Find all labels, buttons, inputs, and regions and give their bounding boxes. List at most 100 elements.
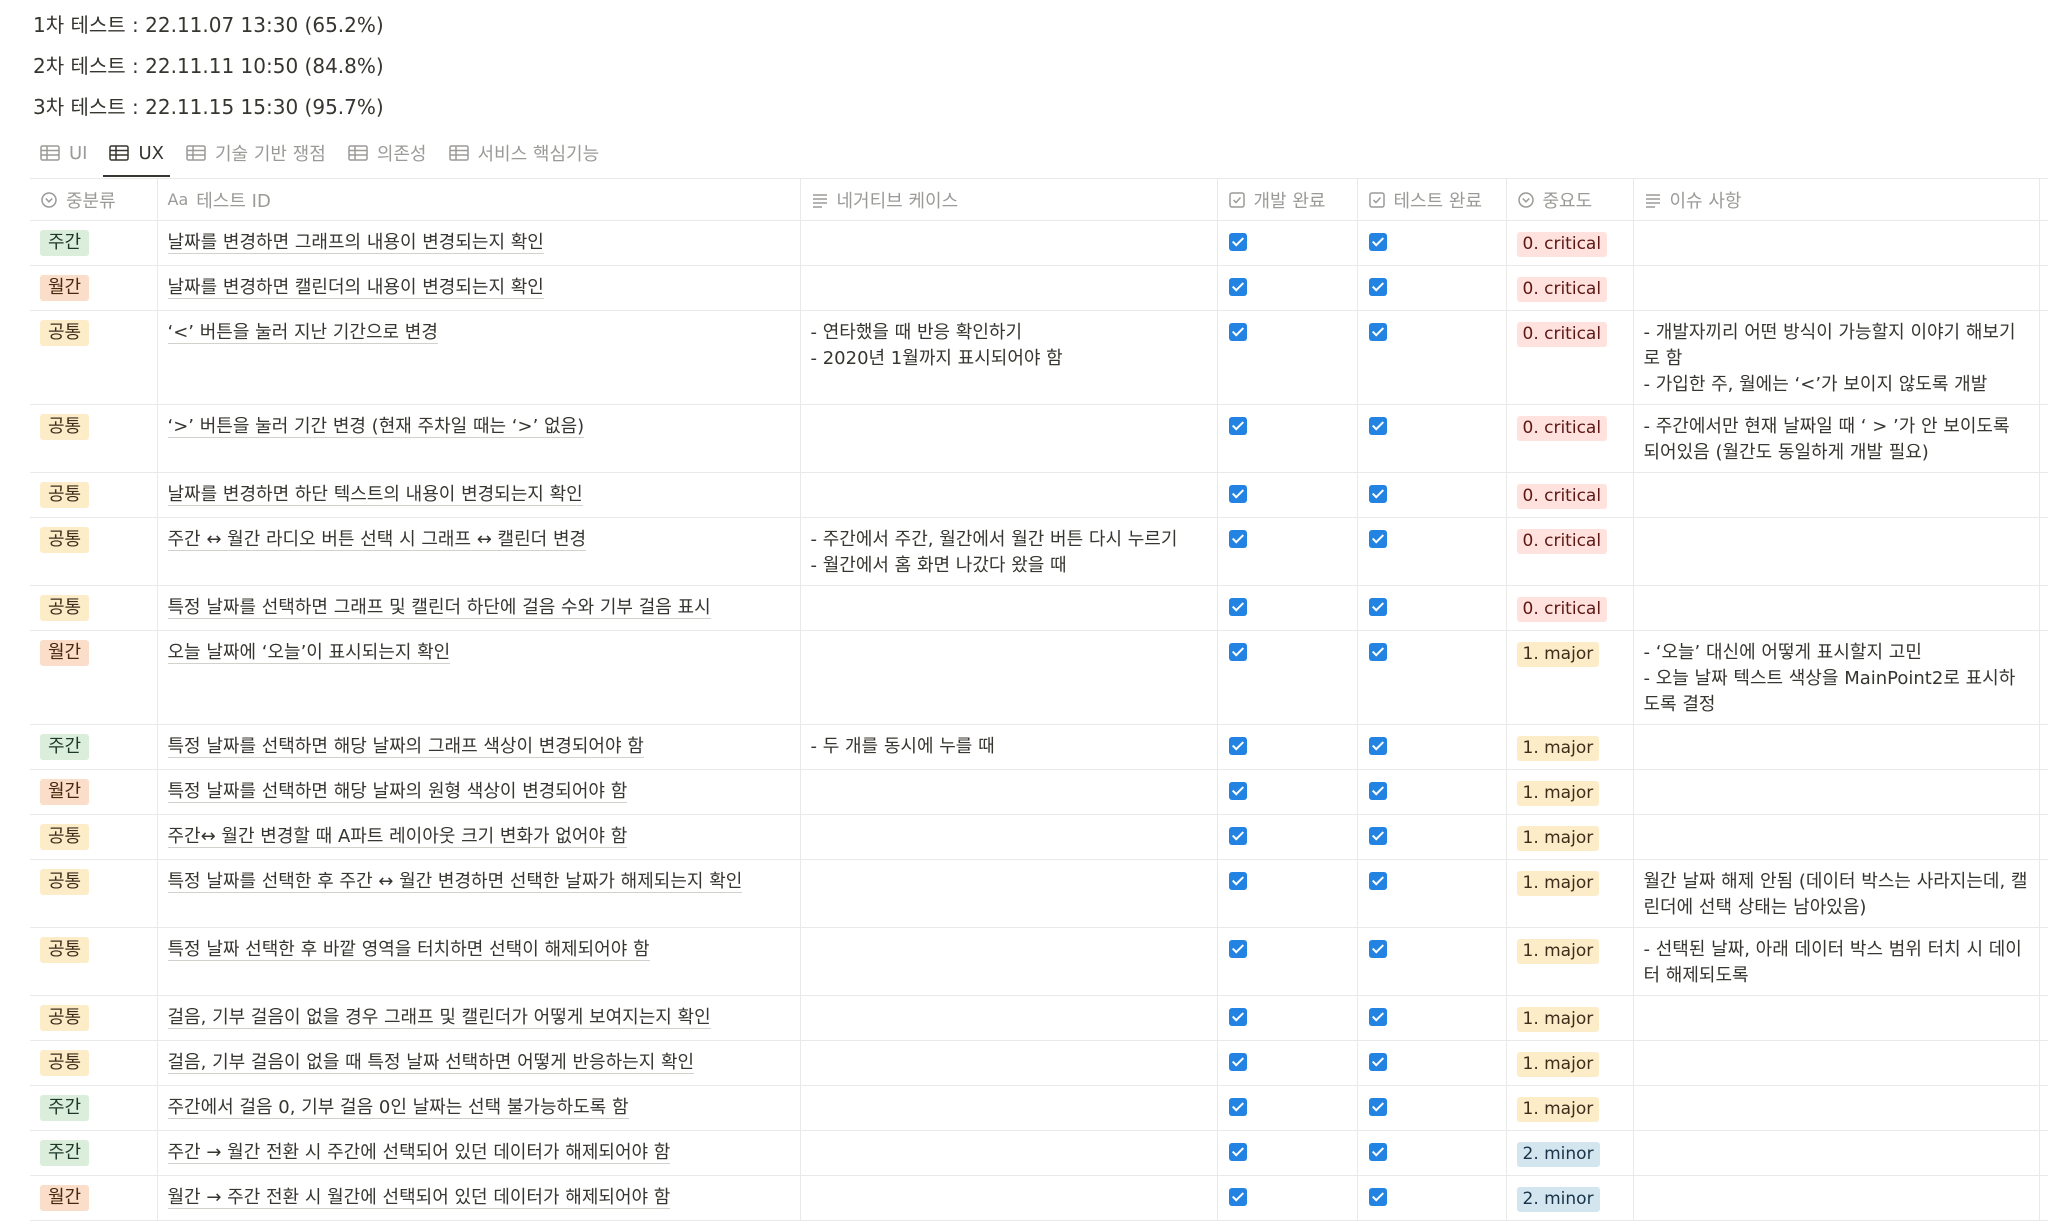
checkbox-checked[interactable]	[1228, 1008, 1247, 1026]
checkbox-checked[interactable]	[1228, 737, 1247, 755]
checkbox-checked[interactable]	[1228, 323, 1247, 341]
priority-cell[interactable]: 1. major	[1505, 769, 1634, 815]
checkbox-checked[interactable]	[1368, 1143, 1387, 1161]
checkbox-checked[interactable]	[1368, 827, 1387, 845]
issue-cell[interactable]	[1632, 769, 2040, 815]
category-cell[interactable]: 주간	[30, 1085, 158, 1131]
checkbox-checked[interactable]	[1368, 485, 1387, 503]
negative-case-cell[interactable]	[799, 769, 1218, 815]
priority-cell[interactable]: 0. critical	[1505, 404, 1634, 473]
category-cell[interactable]: 공통	[30, 859, 158, 928]
negative-case-cell[interactable]: - 주간에서 주간, 월간에서 월간 버튼 다시 누르기 - 월간에서 홈 화면…	[799, 517, 1218, 586]
negative-case-cell[interactable]	[799, 404, 1218, 473]
category-cell[interactable]: 공통	[30, 585, 158, 631]
test-id-cell[interactable]: 주간 ↔ 월간 라디오 버튼 선택 시 그래프 ↔ 캘린더 변경	[156, 517, 801, 586]
column-header-test-id[interactable]: Aa 테스트 ID	[156, 178, 801, 221]
checkbox-checked[interactable]	[1368, 782, 1387, 800]
test-id-cell[interactable]: 날짜를 변경하면 하단 텍스트의 내용이 변경되는지 확인	[156, 472, 801, 518]
checkbox-checked[interactable]	[1368, 530, 1387, 548]
negative-case-cell[interactable]	[799, 585, 1218, 631]
test-id-cell[interactable]: 날짜를 변경하면 그래프의 내용이 변경되는지 확인	[156, 220, 801, 266]
priority-cell[interactable]: 1. major	[1505, 859, 1634, 928]
tab-3[interactable]: 의존성	[348, 138, 427, 168]
issue-cell[interactable]	[1632, 1085, 2040, 1131]
test-id-cell[interactable]: 특정 날짜를 선택하면 그래프 및 캘린더 하단에 걸음 수와 기부 걸음 표시	[156, 585, 801, 631]
priority-cell[interactable]: 1. major	[1505, 724, 1634, 770]
issue-cell[interactable]: 월간 날짜 해제 안됨 (데이터 박스는 사라지는데, 캘린더에 선택 상태는 …	[1632, 859, 2040, 928]
test-id-cell[interactable]: 주간에서 걸음 0, 기부 걸음 0인 날짜는 선택 불가능하도록 함	[156, 1085, 801, 1131]
priority-cell[interactable]: 0. critical	[1505, 585, 1634, 631]
test-id-cell[interactable]: 주간↔ 월간 변경할 때 A파트 레이아웃 크기 변화가 없어야 함	[156, 814, 801, 860]
checkbox-checked[interactable]	[1228, 872, 1247, 890]
priority-cell[interactable]: 1. major	[1505, 1040, 1634, 1086]
category-cell[interactable]: 주간	[30, 220, 158, 266]
category-cell[interactable]: 주간	[30, 1130, 158, 1176]
priority-cell[interactable]: 1. major	[1505, 814, 1634, 860]
issue-cell[interactable]	[1632, 995, 2040, 1041]
priority-cell[interactable]: 0. critical	[1505, 310, 1634, 405]
checkbox-checked[interactable]	[1368, 1098, 1387, 1116]
negative-case-cell[interactable]	[799, 927, 1218, 996]
column-header-category[interactable]: 중분류	[30, 178, 158, 221]
checkbox-checked[interactable]	[1368, 872, 1387, 890]
checkbox-checked[interactable]	[1368, 417, 1387, 435]
checkbox-checked[interactable]	[1228, 1098, 1247, 1116]
tab-2[interactable]: 기술 기반 쟁점	[186, 138, 326, 168]
checkbox-checked[interactable]	[1228, 643, 1247, 661]
test-id-cell[interactable]: 특정 날짜를 선택하면 해당 날짜의 그래프 색상이 변경되어야 함	[156, 724, 801, 770]
checkbox-checked[interactable]	[1368, 737, 1387, 755]
checkbox-checked[interactable]	[1228, 417, 1247, 435]
column-header-dev-done[interactable]: 개발 완료	[1216, 178, 1358, 221]
priority-cell[interactable]: 1. major	[1505, 995, 1634, 1041]
category-cell[interactable]: 공통	[30, 472, 158, 518]
tab-4[interactable]: 서비스 핵심기능	[448, 138, 599, 168]
category-cell[interactable]: 공통	[30, 404, 158, 473]
category-cell[interactable]: 월간	[30, 265, 158, 311]
tab-0[interactable]: UI	[40, 138, 87, 168]
test-id-cell[interactable]: 특정 날짜를 선택한 후 주간 ↔ 월간 변경하면 선택한 날짜가 해제되는지 …	[156, 859, 801, 928]
category-cell[interactable]: 월간	[30, 1175, 158, 1221]
test-id-cell[interactable]: 특정 날짜 선택한 후 바깥 영역을 터치하면 선택이 해제되어야 함	[156, 927, 801, 996]
category-cell[interactable]: 공통	[30, 517, 158, 586]
test-id-cell[interactable]: 걸음, 기부 걸음이 없을 경우 그래프 및 캘린더가 어떻게 보여지는지 확인	[156, 995, 801, 1041]
tab-1[interactable]: UX	[103, 138, 170, 177]
category-cell[interactable]: 공통	[30, 927, 158, 996]
negative-case-cell[interactable]: - 연타했을 때 반응 확인하기 - 2020년 1월까지 표시되어야 함	[799, 310, 1218, 405]
negative-case-cell[interactable]	[799, 814, 1218, 860]
checkbox-checked[interactable]	[1228, 598, 1247, 616]
issue-cell[interactable]	[1632, 585, 2040, 631]
test-id-cell[interactable]: ‘<’ 버튼을 눌러 지난 기간으로 변경	[156, 310, 801, 405]
test-id-cell[interactable]: ‘>’ 버튼을 눌러 기간 변경 (현재 주차일 때는 ‘>’ 없음)	[156, 404, 801, 473]
issue-cell[interactable]: - 선택된 날짜, 아래 데이터 박스 범위 터치 시 데이터 해제되도록	[1632, 927, 2040, 996]
priority-cell[interactable]: 0. critical	[1505, 220, 1634, 266]
checkbox-checked[interactable]	[1228, 1143, 1247, 1161]
column-header-issue[interactable]: 이슈 사항	[1632, 178, 2040, 221]
negative-case-cell[interactable]	[799, 472, 1218, 518]
priority-cell[interactable]: 0. critical	[1505, 517, 1634, 586]
priority-cell[interactable]: 2. minor	[1505, 1175, 1634, 1221]
test-id-cell[interactable]: 특정 날짜를 선택하면 해당 날짜의 원형 색상이 변경되어야 함	[156, 769, 801, 815]
checkbox-checked[interactable]	[1228, 485, 1247, 503]
checkbox-checked[interactable]	[1228, 782, 1247, 800]
checkbox-checked[interactable]	[1228, 1188, 1247, 1206]
checkbox-checked[interactable]	[1368, 233, 1387, 251]
test-id-cell[interactable]: 월간 → 주간 전환 시 월간에 선택되어 있던 데이터가 해제되어야 함	[156, 1175, 801, 1221]
checkbox-checked[interactable]	[1368, 598, 1387, 616]
category-cell[interactable]: 월간	[30, 630, 158, 725]
issue-cell[interactable]	[1632, 814, 2040, 860]
checkbox-checked[interactable]	[1228, 278, 1247, 296]
priority-cell[interactable]: 0. critical	[1505, 265, 1634, 311]
priority-cell[interactable]: 0. critical	[1505, 472, 1634, 518]
issue-cell[interactable]	[1632, 1175, 2040, 1221]
negative-case-cell[interactable]	[799, 265, 1218, 311]
negative-case-cell[interactable]	[799, 1040, 1218, 1086]
checkbox-checked[interactable]	[1228, 233, 1247, 251]
category-cell[interactable]: 주간	[30, 724, 158, 770]
issue-cell[interactable]: - 개발자끼리 어떤 방식이 가능할지 이야기 해보기로 함 - 가입한 주, …	[1632, 310, 2040, 405]
checkbox-checked[interactable]	[1228, 940, 1247, 958]
column-header-priority[interactable]: 중요도	[1505, 178, 1634, 221]
negative-case-cell[interactable]	[799, 630, 1218, 725]
checkbox-checked[interactable]	[1228, 530, 1247, 548]
checkbox-checked[interactable]	[1368, 1188, 1387, 1206]
test-id-cell[interactable]: 오늘 날짜에 ‘오늘’이 표시되는지 확인	[156, 630, 801, 725]
